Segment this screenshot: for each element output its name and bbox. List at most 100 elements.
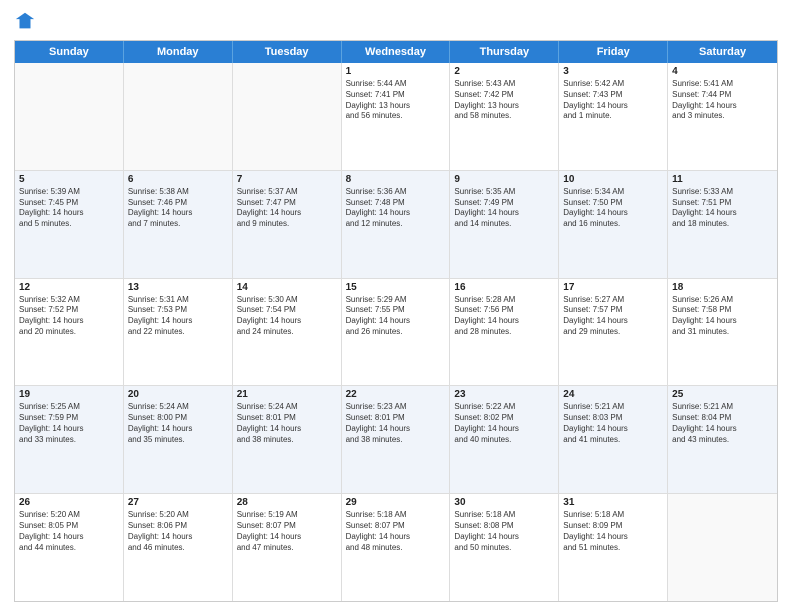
calendar-cell: 2Sunrise: 5:43 AMSunset: 7:42 PMDaylight… xyxy=(450,63,559,170)
calendar-cell: 15Sunrise: 5:29 AMSunset: 7:55 PMDayligh… xyxy=(342,279,451,386)
cell-info-line: and 24 minutes. xyxy=(237,327,337,338)
cell-info-line: Daylight: 13 hours xyxy=(346,101,446,112)
cell-info-line: Daylight: 13 hours xyxy=(454,101,554,112)
cell-info-line: Sunset: 7:51 PM xyxy=(672,198,773,209)
cell-info-line: Sunrise: 5:29 AM xyxy=(346,295,446,306)
weekday-header-thursday: Thursday xyxy=(450,41,559,63)
cell-info-line: and 58 minutes. xyxy=(454,111,554,122)
calendar-cell: 29Sunrise: 5:18 AMSunset: 8:07 PMDayligh… xyxy=(342,494,451,601)
cell-info-line: Daylight: 14 hours xyxy=(672,424,773,435)
cell-info-line: Sunset: 8:07 PM xyxy=(237,521,337,532)
calendar-cell: 26Sunrise: 5:20 AMSunset: 8:05 PMDayligh… xyxy=(15,494,124,601)
cell-info-line: Sunset: 7:46 PM xyxy=(128,198,228,209)
calendar-cell: 17Sunrise: 5:27 AMSunset: 7:57 PMDayligh… xyxy=(559,279,668,386)
cell-info-line: Sunrise: 5:44 AM xyxy=(346,79,446,90)
cell-info-line: Daylight: 14 hours xyxy=(563,316,663,327)
cell-info-line: Daylight: 14 hours xyxy=(19,208,119,219)
cell-info-line: Daylight: 14 hours xyxy=(128,424,228,435)
cell-info-line: Sunrise: 5:18 AM xyxy=(454,510,554,521)
cell-info-line: Sunset: 7:50 PM xyxy=(563,198,663,209)
cell-info-line: and 28 minutes. xyxy=(454,327,554,338)
cell-info-line: Daylight: 14 hours xyxy=(19,532,119,543)
calendar: SundayMondayTuesdayWednesdayThursdayFrid… xyxy=(14,40,778,602)
weekday-header-monday: Monday xyxy=(124,41,233,63)
cell-info-line: Daylight: 14 hours xyxy=(346,532,446,543)
cell-info-line: Sunrise: 5:19 AM xyxy=(237,510,337,521)
cell-info-line: Sunrise: 5:21 AM xyxy=(672,402,773,413)
cell-info-line: Daylight: 14 hours xyxy=(454,208,554,219)
cell-info-line: Sunset: 7:56 PM xyxy=(454,305,554,316)
cell-info-line: Sunrise: 5:22 AM xyxy=(454,402,554,413)
cell-info-line: Sunset: 7:52 PM xyxy=(19,305,119,316)
day-number: 27 xyxy=(128,497,228,508)
day-number: 23 xyxy=(454,389,554,400)
cell-info-line: Daylight: 14 hours xyxy=(346,208,446,219)
cell-info-line: Daylight: 14 hours xyxy=(454,316,554,327)
cell-info-line: Daylight: 14 hours xyxy=(563,208,663,219)
cell-info-line: and 48 minutes. xyxy=(346,543,446,554)
calendar-cell: 25 Sunrise: 5:21 AMSunset: 8:04 PMDayligh… xyxy=(668,386,777,493)
cell-info-line: Sunset: 7:49 PM xyxy=(454,198,554,209)
day-number: 19 xyxy=(19,389,119,400)
day-number: 8 xyxy=(346,174,446,185)
cell-info-line: Daylight: 14 hours xyxy=(672,101,773,112)
day-number: 2 xyxy=(454,66,554,77)
day-number: 22 xyxy=(346,389,446,400)
cell-info-line: Sunset: 7:53 PM xyxy=(128,305,228,316)
calendar-cell: 22Sunrise: 5:23 AMSunset: 8:01 PMDayligh… xyxy=(342,386,451,493)
cell-info-line: Sunset: 8:09 PM xyxy=(563,521,663,532)
cell-info-line: and 50 minutes. xyxy=(454,543,554,554)
day-number: 26 xyxy=(19,497,119,508)
weekday-header-tuesday: Tuesday xyxy=(233,41,342,63)
cell-info-line: Sunset: 8:00 PM xyxy=(128,413,228,424)
cell-info-line: Sunset: 7:59 PM xyxy=(19,413,119,424)
calendar-cell: 30Sunrise: 5:18 AMSunset: 8:08 PMDayligh… xyxy=(450,494,559,601)
calendar-cell: 21Sunrise: 5:24 AMSunset: 8:01 PMDayligh… xyxy=(233,386,342,493)
cell-info-line: and 16 minutes. xyxy=(563,219,663,230)
cell-info-line: and 3 minutes. xyxy=(672,111,773,122)
cell-info-line: Sunset: 7:43 PM xyxy=(563,90,663,101)
cell-info-line: Sunrise: 5:43 AM xyxy=(454,79,554,90)
cell-info-line: and 20 minutes. xyxy=(19,327,119,338)
cell-info-line: and 38 minutes. xyxy=(237,435,337,446)
day-number: 18 xyxy=(672,282,773,293)
calendar-cell: 1Sunrise: 5:44 AMSunset: 7:41 PMDaylight… xyxy=(342,63,451,170)
cell-info-line: and 51 minutes. xyxy=(563,543,663,554)
calendar-cell: 5 Sunrise: 5:39 AMSunset: 7:45 PMDaylight… xyxy=(15,171,124,278)
cell-info-line: Sunset: 7:48 PM xyxy=(346,198,446,209)
day-number: 9 xyxy=(454,174,554,185)
calendar-header: SundayMondayTuesdayWednesdayThursdayFrid… xyxy=(15,41,777,63)
cell-info-line: Sunset: 8:07 PM xyxy=(346,521,446,532)
cell-info-line: Sunrise: 5:39 AM xyxy=(19,187,119,198)
day-number: 21 xyxy=(237,389,337,400)
calendar-cell: 11Sunrise: 5:33 AMSunset: 7:51 PMDayligh… xyxy=(668,171,777,278)
cell-info-line: Daylight: 14 hours xyxy=(563,424,663,435)
cell-info-line: Daylight: 14 hours xyxy=(19,316,119,327)
cell-info-line: Sunset: 7:54 PM xyxy=(237,305,337,316)
cell-info-line: and 35 minutes. xyxy=(128,435,228,446)
calendar-cell: 16Sunrise: 5:28 AMSunset: 7:56 PMDayligh… xyxy=(450,279,559,386)
cell-info-line: Sunset: 7:45 PM xyxy=(19,198,119,209)
cell-info-line: Sunrise: 5:24 AM xyxy=(128,402,228,413)
day-number: 4 xyxy=(672,66,773,77)
calendar-cell: 27Sunrise: 5:20 AMSunset: 8:06 PMDayligh… xyxy=(124,494,233,601)
cell-info-line: Sunrise: 5:18 AM xyxy=(563,510,663,521)
cell-info-line: Sunrise: 5:31 AM xyxy=(128,295,228,306)
cell-info-line: and 46 minutes. xyxy=(128,543,228,554)
cell-info-line: Daylight: 14 hours xyxy=(563,101,663,112)
cell-info-line: Sunrise: 5:27 AM xyxy=(563,295,663,306)
cell-info-line: and 43 minutes. xyxy=(672,435,773,446)
day-number: 15 xyxy=(346,282,446,293)
day-number: 7 xyxy=(237,174,337,185)
calendar-cell: 20Sunrise: 5:24 AMSunset: 8:00 PMDayligh… xyxy=(124,386,233,493)
calendar-cell: 9Sunrise: 5:35 AMSunset: 7:49 PMDaylight… xyxy=(450,171,559,278)
logo-icon xyxy=(14,10,36,32)
cell-info-line: Sunset: 8:04 PM xyxy=(672,413,773,424)
cell-info-line: Sunrise: 5:23 AM xyxy=(346,402,446,413)
cell-info-line: Sunrise: 5:24 AM xyxy=(237,402,337,413)
cell-info-line: and 7 minutes. xyxy=(128,219,228,230)
cell-info-line: Sunrise: 5:42 AM xyxy=(563,79,663,90)
day-number: 5 xyxy=(19,174,119,185)
day-number: 25 xyxy=(672,389,773,400)
cell-info-line: Sunset: 8:03 PM xyxy=(563,413,663,424)
